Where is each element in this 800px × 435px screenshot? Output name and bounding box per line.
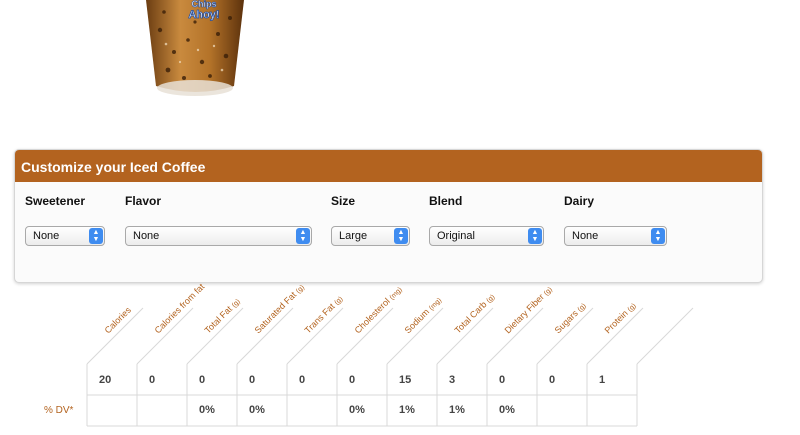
column-name: Calories bbox=[102, 304, 133, 336]
nutrition-dv-cell bbox=[87, 397, 137, 423]
nutrition-value-cell: 3 bbox=[449, 374, 456, 386]
flavor-value: None bbox=[133, 230, 160, 242]
nutrition-column-header: Calories bbox=[87, 290, 137, 364]
nutrition-dv-cell: 0% bbox=[199, 404, 215, 416]
dairy-select[interactable]: None ▲ ▼ bbox=[564, 226, 667, 246]
dairy-value: None bbox=[572, 230, 599, 242]
nutrition-column-header: Sugars (g) bbox=[537, 290, 588, 364]
select-arrows-icon: ▲ ▼ bbox=[528, 228, 542, 244]
flavor-label: Flavor bbox=[125, 194, 162, 208]
column-name: Cholesterol bbox=[352, 296, 392, 336]
size-label: Size bbox=[331, 194, 356, 208]
nutrition-value-cell: 0 bbox=[199, 374, 206, 386]
flavor-select[interactable]: None ▲ ▼ bbox=[125, 226, 312, 246]
nutrition-column-header: Saturated Fat (g) bbox=[237, 284, 306, 364]
blend-label: Blend bbox=[429, 194, 463, 208]
iced-coffee-cup-image: Chips Ahoy! bbox=[140, 0, 252, 100]
nutrition-column-header: Dietary Fiber (g) bbox=[487, 286, 554, 364]
column-name: Total Fat bbox=[202, 303, 235, 336]
size-select[interactable]: Large ▲ ▼ bbox=[331, 226, 410, 246]
column-name: Sodium bbox=[402, 306, 432, 336]
nutrition-column-header: Trans Fat (g) bbox=[287, 290, 345, 364]
nutrition-value-cell: 0 bbox=[349, 374, 356, 386]
column-unit: (g) bbox=[576, 302, 588, 314]
dairy-field: Dairy bbox=[564, 194, 594, 212]
nutrition-value-cell: 15 bbox=[399, 374, 412, 386]
select-arrows-icon: ▲ ▼ bbox=[89, 228, 103, 244]
grid-diagonal-line bbox=[636, 307, 694, 365]
nutrition-value-cell: 20 bbox=[99, 374, 112, 386]
nutrition-value-cell: 1 bbox=[599, 374, 606, 386]
nutrition-column-header: Calories from fat bbox=[137, 282, 207, 364]
nutrition-column-header: Total Fat (g) bbox=[187, 290, 242, 364]
nutrition-dv-cell: 0% bbox=[349, 404, 365, 416]
nutrition-column-header: Sodium (mg) bbox=[387, 290, 444, 364]
blend-select[interactable]: Original ▲ ▼ bbox=[429, 226, 544, 246]
nutrition-value-cell: 0 bbox=[249, 374, 256, 386]
svg-text:Chips: Chips bbox=[191, 0, 216, 9]
flavor-field: Flavor bbox=[125, 194, 161, 212]
sweetener-select[interactable]: None ▲ ▼ bbox=[25, 226, 105, 246]
blend-field: Blend bbox=[429, 194, 462, 212]
nutrition-dv-cell bbox=[137, 397, 187, 423]
nutrition-value-cell: 0 bbox=[549, 374, 556, 386]
column-header-label: Calories bbox=[80, 305, 133, 358]
nutrition-dv-cell bbox=[537, 397, 587, 423]
nutrition-dv-cell: 0% bbox=[499, 404, 515, 416]
nutrition-column-header: Protein (g) bbox=[587, 290, 638, 364]
sweetener-label: Sweetener bbox=[25, 194, 86, 208]
customize-title: Customize your Iced Coffee bbox=[15, 150, 762, 182]
nutrition-dv-cell: 0% bbox=[249, 404, 265, 416]
column-name: Total Carb bbox=[452, 299, 489, 336]
nutrition-column-header: Cholesterol (mg) bbox=[337, 286, 404, 364]
column-name: Sugars bbox=[552, 308, 580, 336]
nutrition-value-cell: 0 bbox=[499, 374, 506, 386]
dairy-label: Dairy bbox=[564, 194, 595, 208]
column-name: Trans Fat bbox=[302, 301, 337, 336]
nutrition-column-header: Total Carb (g) bbox=[437, 290, 497, 364]
column-header-label: Protein (g) bbox=[580, 300, 638, 358]
blend-value: Original bbox=[437, 230, 475, 242]
nutrition-dv-cell: 1% bbox=[399, 404, 415, 416]
sweetener-field: Sweetener bbox=[25, 194, 85, 212]
nutrition-dv-cell bbox=[587, 397, 637, 423]
nutrition-table: % DV* Calories 20 Calories from fat 0 Total … bbox=[0, 282, 800, 435]
customize-panel: Customize your Iced Coffee Sweetener Non… bbox=[14, 149, 763, 283]
nutrition-value-cell: 0 bbox=[149, 374, 156, 386]
column-header-label: Sugars (g) bbox=[530, 300, 588, 358]
select-arrows-icon: ▲ ▼ bbox=[394, 228, 408, 244]
size-value: Large bbox=[339, 230, 368, 242]
nutrition-value-cell: 0 bbox=[299, 374, 306, 386]
nutrition-dv-cell: 1% bbox=[449, 404, 465, 416]
select-arrows-icon: ▲ ▼ bbox=[651, 228, 665, 244]
dv-row-label: % DV* bbox=[44, 405, 74, 416]
sweetener-value: None bbox=[33, 230, 60, 242]
nutrition-dv-cell bbox=[287, 397, 337, 423]
column-name: Protein bbox=[602, 308, 630, 336]
column-unit: (g) bbox=[626, 302, 638, 314]
size-field: Size bbox=[331, 194, 355, 212]
select-arrows-icon: ▲ ▼ bbox=[296, 228, 310, 244]
svg-text:Ahoy!: Ahoy! bbox=[188, 9, 219, 21]
